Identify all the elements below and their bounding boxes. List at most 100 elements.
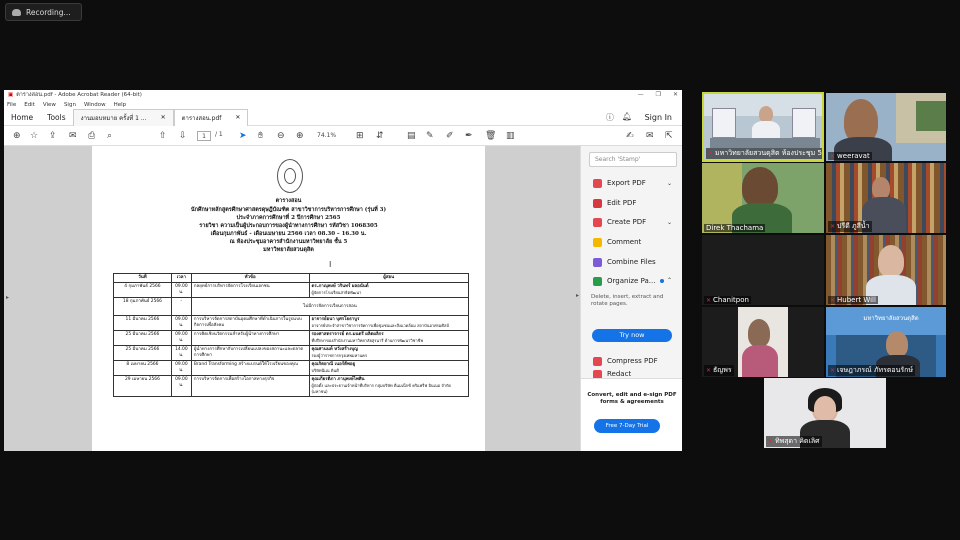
tool-redact[interactable]: Redact xyxy=(593,370,631,378)
tool-label: Create PDF xyxy=(607,218,647,226)
comment-icon[interactable]: ▤ xyxy=(407,131,416,141)
cell-time: 09.00 น. xyxy=(170,330,192,346)
tool-comment[interactable]: Comment xyxy=(593,235,641,249)
participant-name: ✕ ทิพสุดา คิดเลิศ xyxy=(766,436,822,447)
right-panel-toggle-icon[interactable]: ▸ xyxy=(576,292,579,299)
video-tile[interactable]: ✕ ธัญพร xyxy=(702,307,824,377)
tool-compress-pdf[interactable]: Compress PDF xyxy=(593,354,658,368)
sign-in-link[interactable]: Sign In xyxy=(645,113,672,122)
chevron-up-icon[interactable]: ⌃ xyxy=(667,277,672,284)
highlight-icon[interactable]: ✎ xyxy=(426,131,434,141)
cell-date: 25 มีนาคม 2566 xyxy=(113,330,172,346)
select-cursor-icon[interactable]: ➤ xyxy=(239,131,247,141)
video-tile[interactable]: ✕ Chanitpon xyxy=(702,235,824,305)
mic-muted-icon: ✕ xyxy=(706,296,712,304)
menu-help[interactable]: Help xyxy=(114,102,127,108)
zoom-in-icon[interactable]: ⊕ xyxy=(296,131,304,141)
promo-text: Convert, edit and e-sign PDF forms & agr… xyxy=(587,392,677,405)
tool-create-pdf[interactable]: Create PDF xyxy=(593,215,646,229)
combine-files-icon xyxy=(593,257,602,267)
cell-date: 25 มีนาคม 2566 xyxy=(113,345,172,361)
menu-file[interactable]: File xyxy=(7,102,16,108)
close-icon[interactable]: ✕ xyxy=(673,91,678,98)
share-icon[interactable]: ⇱ xyxy=(665,131,673,141)
video-tile[interactable]: มหาวิทยาลัยสวนดุสิต ✕ เจษฎาภรณ์ ภัทรตอนรั… xyxy=(826,307,946,377)
help-icon[interactable]: ⓘ xyxy=(606,112,614,123)
pdf-page: ตารางสอน นักศึกษาหลักสูตรศึกษาศาสตรดุษฎี… xyxy=(92,146,485,451)
upload-icon[interactable]: ⇪ xyxy=(49,131,57,141)
minimize-icon[interactable]: — xyxy=(638,91,644,98)
doc-title: ตารางสอน xyxy=(275,198,302,204)
column-header: หัวข้อ xyxy=(190,273,310,283)
create-icon[interactable]: ⊕ xyxy=(13,131,21,141)
cell-topic: ไม่มีการจัดการเรียนการสอน xyxy=(190,297,470,316)
hand-icon[interactable]: ✋︎ xyxy=(258,131,263,141)
maximize-icon[interactable]: ❐ xyxy=(656,91,661,98)
mic-muted-icon: ✕ xyxy=(830,152,836,160)
video-tile[interactable]: ✕ มหาวิทยาลัยสวนดุสิต ห้องประชุม 5 xyxy=(702,92,824,162)
close-tab-icon[interactable]: ✕ xyxy=(235,114,240,121)
print-icon[interactable]: ⎙ xyxy=(88,131,95,141)
redact-icon xyxy=(593,370,602,378)
tab-home[interactable]: Home xyxy=(4,109,40,126)
tool-edit-pdf[interactable]: Edit PDF xyxy=(593,196,636,210)
teacher-name: คุณเกียรติภา ภานุพงษ์ไพศิน xyxy=(311,377,365,382)
video-tile[interactable]: ✕ weeravat xyxy=(826,93,946,161)
teacher-role: อาจารย์ประจำสาขาวิชาการจัดการเพื่อชุมชนแ… xyxy=(311,323,449,328)
search-icon[interactable]: ⌕ xyxy=(107,131,112,141)
tool-export-pdf[interactable]: Export PDF xyxy=(593,176,646,190)
zoom-out-icon[interactable]: ⊖ xyxy=(277,131,285,141)
mic-muted-icon: ✕ xyxy=(706,367,712,374)
prev-page-icon[interactable]: ⇧ xyxy=(159,131,167,141)
video-tile[interactable]: ✕ ปรีดี ภูสีน้ำ xyxy=(826,163,946,233)
tool-organize-pages[interactable]: Organize Pa... xyxy=(593,274,665,288)
free-trial-button[interactable]: Free 7-Day Trial xyxy=(594,419,660,433)
teacher-name: อาจารย์อนา บุศรโยธาบูร xyxy=(311,317,360,322)
tool-combine-files[interactable]: Combine Files xyxy=(593,255,656,269)
menu-window[interactable]: Window xyxy=(84,102,106,108)
video-tile[interactable]: ✕ ทิพสุดา คิดเลิศ xyxy=(764,378,886,448)
page-number-input[interactable]: 1 xyxy=(197,131,211,141)
fit-page-icon[interactable]: ⊞ xyxy=(356,131,364,141)
teacher-name: รองศาสตราจารย์ ดร.มนตรี ผลิตผลิกร xyxy=(311,332,384,337)
stamp-icon[interactable]: ▥ xyxy=(506,131,515,141)
tab-doc-schedule-label: ตารางสอน.pdf xyxy=(181,114,222,122)
menu-view[interactable]: View xyxy=(43,102,56,108)
mail-icon[interactable]: ✉ xyxy=(69,131,77,141)
video-tile[interactable]: Direk Thachama xyxy=(702,163,824,233)
chevron-down-icon[interactable]: ⌄ xyxy=(667,180,672,187)
menu-sign[interactable]: Sign xyxy=(64,102,76,108)
tab-doc-schedule[interactable]: ตารางสอน.pdf ✕ xyxy=(173,108,249,126)
sign-icon[interactable]: ✍ xyxy=(626,131,634,141)
tab-doc-assignment[interactable]: งานมอบหมาย ครั้งที่ 1 ... ✕ xyxy=(72,108,174,126)
cell-time: 14.00 น. xyxy=(170,345,192,361)
zoom-level[interactable]: 74.1% xyxy=(317,132,336,139)
schedule-table: วันที่ เวลา หัวข้อ ผู้สอน 4 กุมภาพันธ์ 2… xyxy=(113,273,470,397)
tab-tools[interactable]: Tools xyxy=(40,109,72,126)
cell-teacher: คุณเกียรติภา ภานุพงษ์ไพศิน ผู้ก่อตั้ง และ… xyxy=(308,375,469,397)
virtual-background-text: มหาวิทยาลัยสวนดุสิต xyxy=(863,315,919,322)
tools-search-input[interactable]: Search 'Stamp' xyxy=(589,152,677,167)
teacher-name: คุณศานนท์ หวังสร้างบุญ xyxy=(311,347,358,352)
draw-icon[interactable]: ✐ xyxy=(446,131,454,141)
cell-time: 09.00 น. xyxy=(170,360,192,376)
close-tab-icon[interactable]: ✕ xyxy=(161,114,166,121)
cell-time: 09.00 น. xyxy=(170,375,192,397)
star-icon[interactable]: ☆ xyxy=(30,131,38,141)
chevron-down-icon[interactable]: ⌄ xyxy=(667,219,672,226)
video-tile[interactable]: ✕ Hubert Will xyxy=(826,235,946,305)
share-mail-icon[interactable]: ✉ xyxy=(646,131,654,141)
next-page-icon[interactable]: ⇩ xyxy=(179,131,187,141)
try-now-button[interactable]: Try now xyxy=(592,329,672,342)
cell-date: 8 เมษายน 2566 xyxy=(113,360,172,376)
bell-icon[interactable]: 🔔︎ xyxy=(622,112,632,123)
doc-line: ณ ห้องประชุมอาคารสำนักงานมหาวิทยาลัย ชั้… xyxy=(229,239,348,245)
menu-edit[interactable]: Edit xyxy=(24,102,35,108)
table-row: 4 กุมภาพันธ์ 2566 09.00 น. กลยุทธ์การบริ… xyxy=(113,282,469,298)
cell-teacher: รองศาสตราจารย์ ดร.มนตรี ผลิตผลิกร ที่ปรึก… xyxy=(308,330,469,346)
recording-indicator[interactable]: Recording... xyxy=(5,3,82,21)
scroll-mode-icon[interactable]: ⇵ xyxy=(376,131,384,141)
delete-icon[interactable]: 🗑︎ xyxy=(485,131,496,141)
left-panel-toggle-icon[interactable]: ▸ xyxy=(6,294,9,301)
text-tool-icon[interactable]: ✒ xyxy=(465,131,473,141)
